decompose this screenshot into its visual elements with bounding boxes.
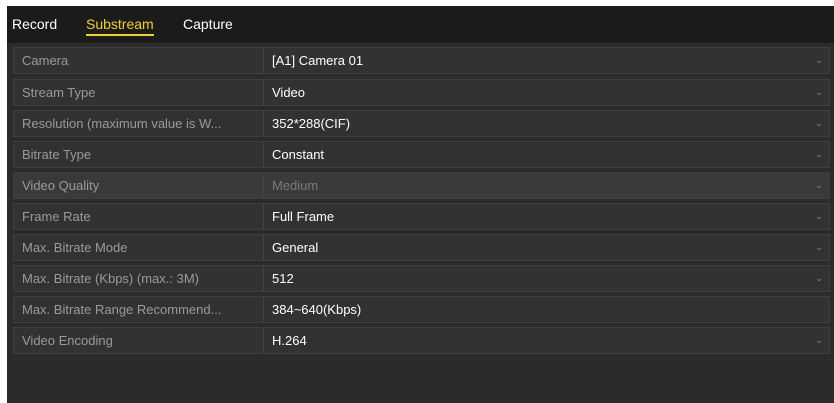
chevron-down-icon[interactable]: ⌄ <box>811 235 827 260</box>
column-divider <box>263 111 264 136</box>
frame-rate-label: Frame Rate <box>22 209 91 224</box>
bitrate-type-label: Bitrate Type <box>22 147 92 162</box>
max-bitrate-row: Max. Bitrate (Kbps) (max.: 3M) 512 ⌄ <box>13 265 830 292</box>
column-divider <box>263 297 264 322</box>
bitrate-type-row: Bitrate Type Constant ⌄ <box>13 141 830 168</box>
resolution-label: Resolution (maximum value is W... <box>22 116 222 131</box>
video-encoding-label: Video Encoding <box>22 333 113 348</box>
tab-record[interactable]: Record <box>12 15 57 33</box>
stream-settings-panel: Record Substream Capture Camera [A1] Cam… <box>7 6 834 403</box>
bitrate-type-select[interactable]: Constant <box>266 142 806 167</box>
max-bitrate-mode-select[interactable]: General <box>266 235 806 260</box>
chevron-down-icon[interactable]: ⌄ <box>811 328 827 353</box>
column-divider <box>263 173 264 198</box>
column-divider <box>263 266 264 291</box>
settings-form: Camera [A1] Camera 01 ⌄ Stream Type Vide… <box>7 43 834 403</box>
max-bitrate-mode-label: Max. Bitrate Mode <box>22 240 128 255</box>
camera-select[interactable]: [A1] Camera 01 <box>266 48 806 73</box>
bitrate-range-recommend-value: 384~640(Kbps) <box>272 302 362 317</box>
max-bitrate-select[interactable]: 512 <box>266 266 806 291</box>
column-divider <box>263 204 264 229</box>
chevron-down-icon[interactable]: ⌄ <box>811 111 827 136</box>
tab-capture[interactable]: Capture <box>183 15 233 33</box>
resolution-select[interactable]: 352*288(CIF) <box>266 111 806 136</box>
video-quality-label: Video Quality <box>22 178 100 193</box>
bitrate-range-recommend-label: Max. Bitrate Range Recommend... <box>22 302 222 317</box>
camera-row: Camera [A1] Camera 01 ⌄ <box>13 47 830 74</box>
column-divider <box>263 142 264 167</box>
frame-rate-row: Frame Rate Full Frame ⌄ <box>13 203 830 230</box>
chevron-down-icon: ⌄ <box>815 180 823 190</box>
stream-type-row: Stream Type Video ⌄ <box>13 79 830 106</box>
video-encoding-row: Video Encoding H.264 ⌄ <box>13 327 830 354</box>
column-divider <box>263 235 264 260</box>
stream-type-select[interactable]: Video <box>266 80 806 105</box>
tab-substream[interactable]: Substream <box>86 15 154 36</box>
chevron-down-icon[interactable]: ⌄ <box>811 80 827 105</box>
chevron-down-icon[interactable]: ⌄ <box>811 48 827 73</box>
max-bitrate-label: Max. Bitrate (Kbps) (max.: 3M) <box>22 271 199 286</box>
stream-type-label: Stream Type <box>22 85 96 100</box>
frame-rate-select[interactable]: Full Frame <box>266 204 806 229</box>
max-bitrate-mode-row: Max. Bitrate Mode General ⌄ <box>13 234 830 261</box>
column-divider <box>263 48 264 73</box>
camera-label: Camera <box>22 53 69 68</box>
column-divider <box>263 80 264 105</box>
resolution-row: Resolution (maximum value is W... 352*28… <box>13 110 830 137</box>
column-divider <box>263 328 264 353</box>
chevron-down-icon[interactable]: ⌄ <box>811 266 827 291</box>
chevron-down-icon[interactable]: ⌄ <box>811 204 827 229</box>
video-quality-row: Video Quality Medium ⌄ <box>13 172 830 199</box>
video-quality-select: Medium <box>272 178 319 193</box>
chevron-down-icon[interactable]: ⌄ <box>811 142 827 167</box>
bitrate-range-recommend-row: Max. Bitrate Range Recommend... 384~640(… <box>13 296 830 323</box>
video-encoding-select[interactable]: H.264 <box>266 328 806 353</box>
tab-bar: Record Substream Capture <box>7 6 834 41</box>
